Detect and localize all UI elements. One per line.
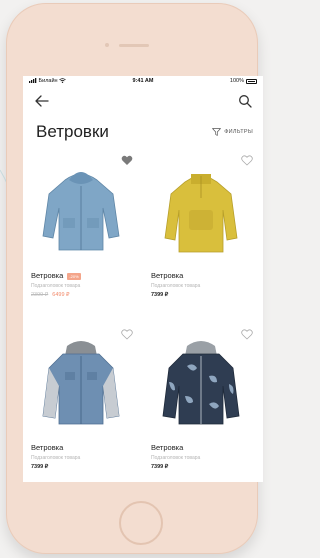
filter-icon [212, 128, 222, 136]
battery-icon [246, 78, 257, 84]
product-name: Ветровка [31, 443, 64, 452]
favorite-heart-icon[interactable] [241, 155, 253, 166]
status-time: 9:41 AM [132, 78, 154, 84]
speaker-grille [119, 44, 149, 47]
product-subtitle: Подзаголовок товара [151, 283, 201, 289]
product-subtitle: Подзаголовок товара [31, 283, 81, 289]
product-subtitle: Подзаголовок товара [151, 455, 201, 461]
home-button[interactable] [119, 501, 163, 545]
search-icon[interactable] [238, 94, 252, 108]
filter-button[interactable]: ФИЛЬТРЫ [212, 128, 253, 136]
product-price: 7399 ₽ [151, 292, 169, 298]
status-bar: Билайн 9:41 AM 100% [29, 78, 257, 88]
favorite-heart-icon[interactable] [121, 329, 133, 340]
product-price: 7399 ₽ [31, 464, 49, 470]
product-name: Ветровка [151, 443, 184, 452]
product-name: Ветровка -20% [31, 271, 81, 280]
product-image-camo-jacket[interactable] [151, 332, 251, 432]
filter-label: ФИЛЬТРЫ [224, 129, 253, 135]
back-arrow-icon[interactable] [34, 94, 50, 108]
favorite-heart-icon[interactable] [241, 329, 253, 340]
front-camera [105, 43, 109, 47]
product-name: Ветровка [151, 271, 184, 280]
sale-price: 6499 ₽ [52, 292, 70, 298]
battery-percent: 100% [229, 78, 244, 84]
product-image-yellow-jacket[interactable] [151, 158, 251, 258]
discount-badge: -20% [67, 272, 81, 280]
product-price: 7399 ₽ [151, 464, 169, 470]
page-title: Ветровки [36, 122, 109, 141]
product-image-hooded-denim-jacket[interactable] [31, 332, 131, 432]
product-name-text: Ветровка [31, 271, 64, 280]
battery-indicator: 100% [230, 78, 257, 84]
old-price: 2399 ₽ [31, 292, 49, 298]
favorite-heart-icon[interactable] [121, 155, 133, 166]
product-image-denim-jacket[interactable] [31, 158, 131, 258]
product-price: 2399 ₽6499 ₽ [31, 292, 70, 298]
app-screen: Билайн 9:41 AM 100% Ветровки ФИЛЬТРЫ Вет… [23, 76, 263, 482]
product-subtitle: Подзаголовок товара [31, 455, 81, 461]
